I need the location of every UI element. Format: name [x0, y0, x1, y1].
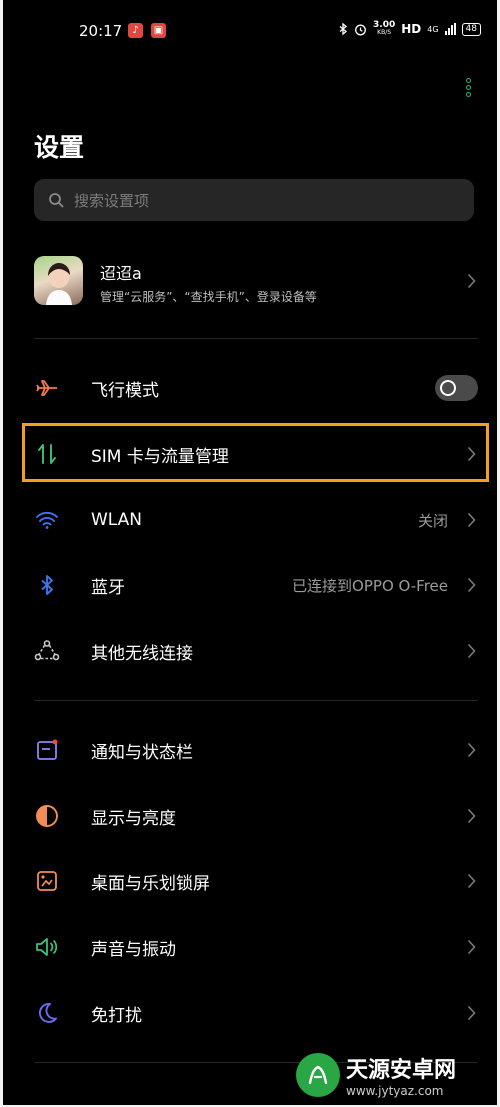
wifi-icon	[34, 507, 60, 533]
signal-icon	[444, 23, 456, 35]
chevron-right-icon	[467, 512, 476, 528]
sound-row[interactable]: 声音与振动	[34, 919, 478, 975]
other-wireless-label: 其他无线连接	[91, 643, 193, 664]
sound-icon	[34, 934, 60, 960]
chevron-right-icon	[467, 939, 476, 955]
watermark-url: www.jytyaz.com	[346, 1084, 444, 1098]
other-wireless-row[interactable]: 其他无线连接	[34, 623, 478, 679]
avatar	[34, 256, 83, 305]
airplane-mode-label: 飞行模式	[91, 380, 159, 401]
wlan-status: 关闭	[417, 511, 448, 530]
chevron-right-icon	[467, 808, 476, 824]
alarm-icon	[355, 24, 366, 35]
chevron-right-icon	[467, 742, 476, 758]
airplane-mode-toggle[interactable]	[435, 375, 478, 401]
notifications-row[interactable]: 通知与状态栏	[34, 722, 478, 778]
status-bar: 20:17 ♪ ▣ 3.00 KB/S HD 4G 48	[3, 0, 497, 62]
hd-badge: HD	[401, 22, 422, 36]
chevron-right-icon	[467, 873, 476, 889]
do-not-disturb-label: 免打扰	[91, 1005, 142, 1026]
wireless-connect-icon	[34, 638, 60, 664]
shopping-app-icon: ▣	[151, 23, 166, 38]
battery-icon: 48	[461, 22, 481, 36]
display-label: 显示与亮度	[91, 808, 176, 829]
divider	[34, 700, 478, 701]
desktop-lockscreen-label: 桌面与乐划锁屏	[91, 873, 210, 894]
moon-icon	[34, 1000, 60, 1026]
display-row[interactable]: 显示与亮度	[34, 788, 478, 844]
account-subtitle: 管理“云服务”、“查找手机”、登录设备等	[100, 290, 317, 304]
status-icons: 3.00 KB/S HD 4G 48	[339, 21, 481, 37]
desktop-lockscreen-row[interactable]: 桌面与乐划锁屏	[34, 853, 478, 909]
network-speed: 3.00 KB/S	[373, 20, 396, 37]
chevron-right-icon	[467, 273, 476, 289]
chevron-right-icon	[467, 643, 476, 659]
bluetooth-label: 蓝牙	[91, 577, 125, 598]
search-icon	[49, 193, 64, 208]
do-not-disturb-row[interactable]: 免打扰	[34, 985, 478, 1041]
notification-icon	[34, 737, 60, 763]
display-icon	[34, 803, 60, 829]
divider	[34, 338, 478, 339]
watermark: 天源安卓网 www.jytyaz.com	[296, 1046, 496, 1104]
airplane-mode-row[interactable]: 飞行模式	[34, 360, 478, 416]
watermark-title: 天源安卓网	[346, 1058, 457, 1083]
more-options-icon[interactable]	[466, 78, 472, 99]
search-placeholder: 搜索设置项	[74, 191, 150, 210]
wlan-row[interactable]: WLAN 关闭	[34, 492, 478, 548]
bluetooth-status-icon	[339, 22, 348, 35]
wlan-label: WLAN	[91, 510, 143, 530]
watermark-logo-icon	[296, 1053, 340, 1097]
bluetooth-row[interactable]: 蓝牙 已连接到OPPO O-Free	[34, 557, 478, 613]
bluetooth-status: 已连接到OPPO O-Free	[292, 576, 448, 595]
bluetooth-icon	[34, 572, 60, 598]
airplane-icon	[34, 375, 60, 401]
account-row[interactable]: 迢迢a 管理“云服务”、“查找手机”、登录设备等	[34, 254, 478, 310]
chevron-right-icon	[467, 1005, 476, 1021]
music-app-icon: ♪	[128, 23, 143, 38]
account-name: 迢迢a	[100, 264, 142, 283]
highlight-box	[22, 423, 489, 482]
page-title: 设置	[34, 133, 85, 162]
settings-screen: 20:17 ♪ ▣ 3.00 KB/S HD 4G 48 设置 搜索设置项 迢迢…	[3, 0, 497, 1105]
status-time: 20:17	[79, 22, 123, 40]
notifications-label: 通知与状态栏	[91, 742, 193, 763]
chevron-right-icon	[467, 577, 476, 593]
network-type: 4G	[427, 24, 439, 34]
search-input[interactable]: 搜索设置项	[34, 179, 474, 221]
desktop-lockscreen-icon	[34, 868, 60, 894]
sound-label: 声音与振动	[91, 939, 176, 960]
